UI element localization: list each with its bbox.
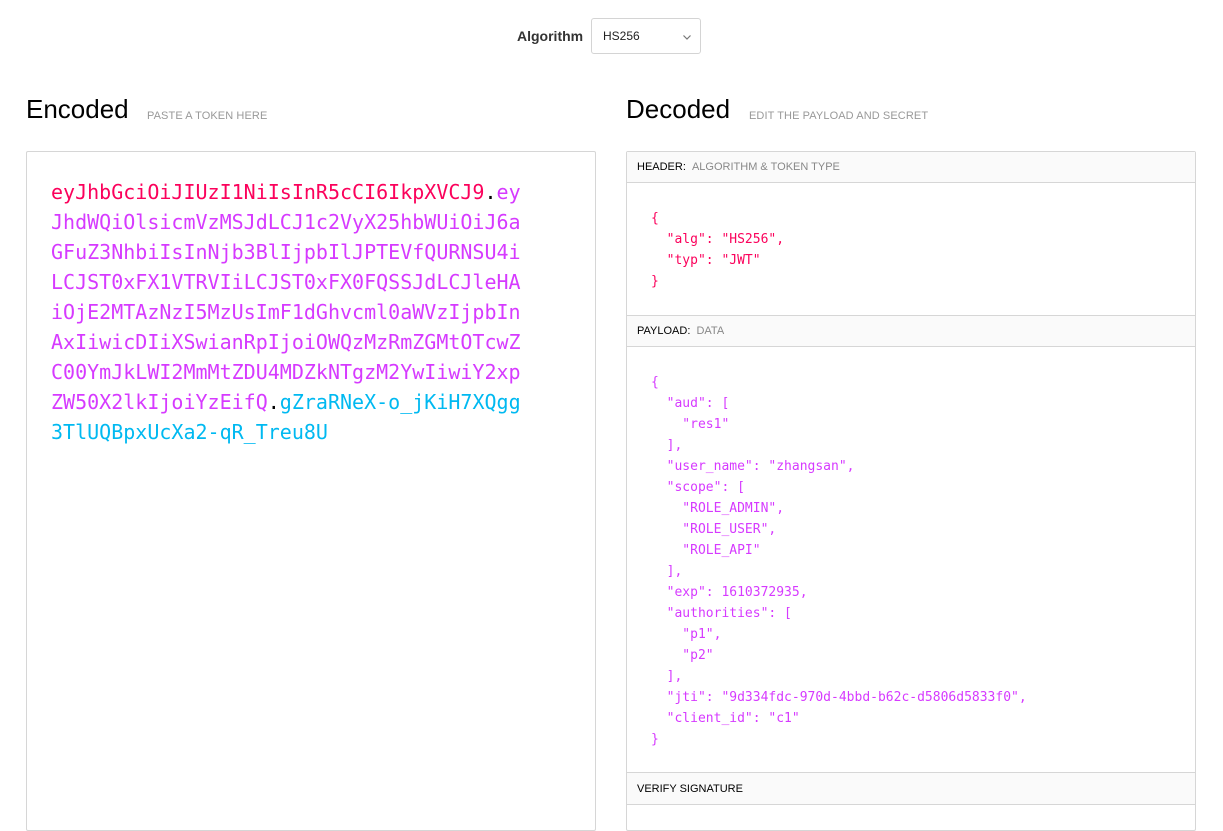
header-section-heading: HEADER: ALGORITHM & TOKEN TYPE bbox=[627, 152, 1195, 183]
header-section-label: HEADER: bbox=[637, 161, 686, 173]
encoded-title: Encoded bbox=[26, 94, 129, 124]
algorithm-select[interactable]: HS256 bbox=[591, 18, 701, 54]
algorithm-label: Algorithm bbox=[517, 28, 584, 44]
token-dot: . bbox=[484, 180, 497, 204]
payload-section-label: PAYLOAD: bbox=[637, 325, 691, 337]
payload-section-heading: PAYLOAD: DATA bbox=[627, 316, 1195, 347]
header-section-sub: ALGORITHM & TOKEN TYPE bbox=[691, 161, 840, 173]
verify-signature-label: VERIFY SIGNATURE bbox=[637, 783, 743, 795]
divider bbox=[627, 804, 1195, 805]
header-json-editor[interactable]: { "alg": "HS256", "typ": "JWT" } bbox=[627, 183, 1195, 316]
encoded-subtitle: PASTE A TOKEN HERE bbox=[147, 110, 268, 122]
payload-json[interactable]: { "aud": [ "res1" ], "user_name": "zhang… bbox=[651, 372, 1027, 750]
encoded-token-input[interactable]: eyJhbGciOiJIUzI1NiIsInR5cCI6IkpXVCJ9.eyJ… bbox=[26, 151, 596, 831]
decoded-subtitle: EDIT THE PAYLOAD AND SECRET bbox=[749, 110, 929, 122]
verify-signature-heading[interactable]: VERIFY SIGNATURE bbox=[627, 773, 1195, 805]
token-payload-part: eyJhdWQiOlsicmVzMSJdLCJ1c2VyX25hbWUiOiJ6… bbox=[51, 180, 521, 414]
payload-section-sub: DATA bbox=[696, 325, 725, 337]
encoded-token-text[interactable]: eyJhbGciOiJIUzI1NiIsInR5cCI6IkpXVCJ9.eyJ… bbox=[51, 177, 526, 447]
header-json[interactable]: { "alg": "HS256", "typ": "JWT" } bbox=[651, 208, 784, 292]
chevron-down-icon bbox=[682, 19, 692, 53]
payload-json-editor[interactable]: { "aud": [ "res1" ], "user_name": "zhang… bbox=[627, 347, 1195, 773]
token-header-part: eyJhbGciOiJIUzI1NiIsInR5cCI6IkpXVCJ9 bbox=[51, 180, 485, 204]
algorithm-selected-value: HS256 bbox=[603, 29, 640, 43]
decoded-title: Decoded bbox=[626, 94, 731, 124]
decoded-panel: HEADER: ALGORITHM & TOKEN TYPE { "alg": … bbox=[626, 151, 1196, 831]
token-dot: . bbox=[267, 390, 280, 414]
